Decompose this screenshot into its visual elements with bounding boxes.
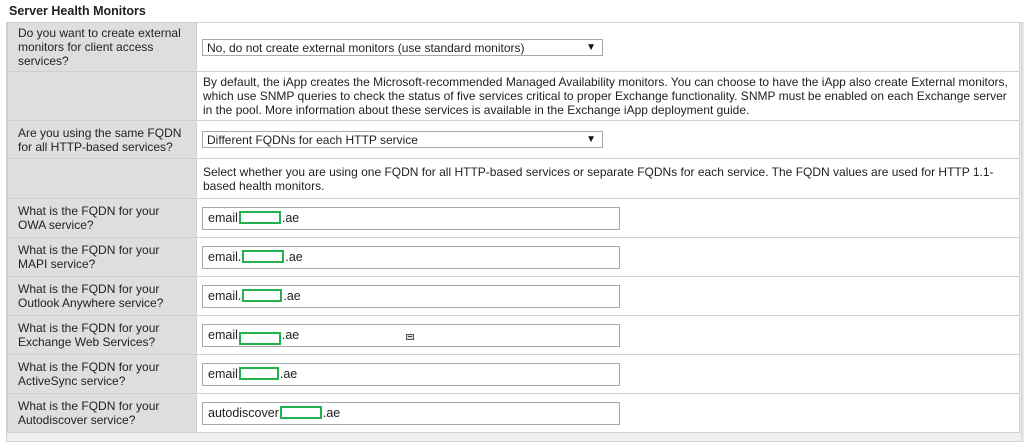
row-fqdn-info: Select whether you are using one FQDN fo… xyxy=(7,159,1020,199)
same-fqdn-label: Are you using the same FQDN for all HTTP… xyxy=(7,121,197,159)
row-mapi-fqdn: What is the FQDN for your MAPI service? … xyxy=(7,238,1020,277)
same-fqdn-select[interactable]: Different FQDNs for each HTTP service ▼ xyxy=(202,131,603,148)
ews-fqdn-prefix: email xyxy=(208,327,238,342)
server-health-form: Do you want to create external monitors … xyxy=(7,23,1020,433)
activesync-fqdn-label: What is the FQDN for your ActiveSync ser… xyxy=(7,355,197,394)
owa-fqdn-suffix: .ae xyxy=(281,210,300,225)
row-monitors-info: By default, the iApp creates the Microso… xyxy=(7,72,1020,121)
row-create-monitors: Do you want to create external monitors … xyxy=(7,23,1020,72)
redaction-box xyxy=(242,288,283,302)
autodiscover-fqdn-label: What is the FQDN for your Autodiscover s… xyxy=(7,394,197,433)
autodiscover-fqdn-prefix: autodiscover xyxy=(208,405,279,420)
redaction-box xyxy=(279,405,322,419)
outlook-anywhere-fqdn-label: What is the FQDN for your Outlook Anywhe… xyxy=(7,277,197,316)
activesync-fqdn-suffix: .ae xyxy=(279,366,298,381)
redaction-box xyxy=(238,366,279,380)
monitors-help-text: By default, the iApp creates the Microso… xyxy=(203,75,1008,117)
outlook-anywhere-fqdn-prefix: email. xyxy=(208,288,242,303)
ews-fqdn-suffix: .ae xyxy=(281,327,300,342)
mapi-fqdn-label: What is the FQDN for your MAPI service? xyxy=(7,238,197,277)
ews-fqdn-label: What is the FQDN for your Exchange Web S… xyxy=(7,316,197,355)
outlook-anywhere-fqdn-suffix: .ae xyxy=(283,288,301,303)
owa-fqdn-input[interactable]: email .ae xyxy=(202,206,620,230)
chevron-down-icon: ▼ xyxy=(586,134,596,145)
mapi-fqdn-input[interactable]: email. .ae xyxy=(202,245,620,269)
outlook-anywhere-fqdn-input[interactable]: email. .ae xyxy=(202,284,620,308)
mapi-fqdn-prefix: email. xyxy=(208,249,242,264)
section-title: Server Health Monitors xyxy=(0,0,1024,22)
row-owa-fqdn: What is the FQDN for your OWA service? e… xyxy=(7,199,1020,238)
create-monitors-label: Do you want to create external monitors … xyxy=(7,23,197,72)
activesync-fqdn-input[interactable]: email .ae xyxy=(202,362,620,386)
chevron-down-icon: ▼ xyxy=(586,41,596,53)
activesync-fqdn-prefix: email xyxy=(208,366,238,381)
fqdn-help-text: Select whether you are using one FQDN fo… xyxy=(203,164,994,193)
create-monitors-value: No, do not create external monitors (use… xyxy=(207,40,525,55)
same-fqdn-value: Different FQDNs for each HTTP service xyxy=(207,133,418,147)
window-icon xyxy=(406,334,414,340)
autodiscover-fqdn-suffix: .ae xyxy=(322,405,341,420)
row-activesync-fqdn: What is the FQDN for your ActiveSync ser… xyxy=(7,355,1020,394)
row-outlook-anywhere-fqdn: What is the FQDN for your Outlook Anywhe… xyxy=(7,277,1020,316)
row-same-fqdn: Are you using the same FQDN for all HTTP… xyxy=(7,121,1020,159)
create-monitors-select[interactable]: No, do not create external monitors (use… xyxy=(202,38,603,56)
owa-fqdn-label: What is the FQDN for your OWA service? xyxy=(7,199,197,238)
redaction-box xyxy=(242,249,285,263)
row-ews-fqdn: What is the FQDN for your Exchange Web S… xyxy=(7,316,1020,355)
owa-fqdn-prefix: email xyxy=(208,210,238,225)
empty-label xyxy=(7,72,197,121)
mapi-fqdn-suffix: .ae xyxy=(285,249,303,264)
autodiscover-fqdn-input[interactable]: autodiscover .ae xyxy=(202,401,620,425)
redaction-box xyxy=(238,210,281,224)
redaction-box xyxy=(238,331,281,345)
row-autodiscover-fqdn: What is the FQDN for your Autodiscover s… xyxy=(7,394,1020,433)
empty-label xyxy=(7,159,197,199)
